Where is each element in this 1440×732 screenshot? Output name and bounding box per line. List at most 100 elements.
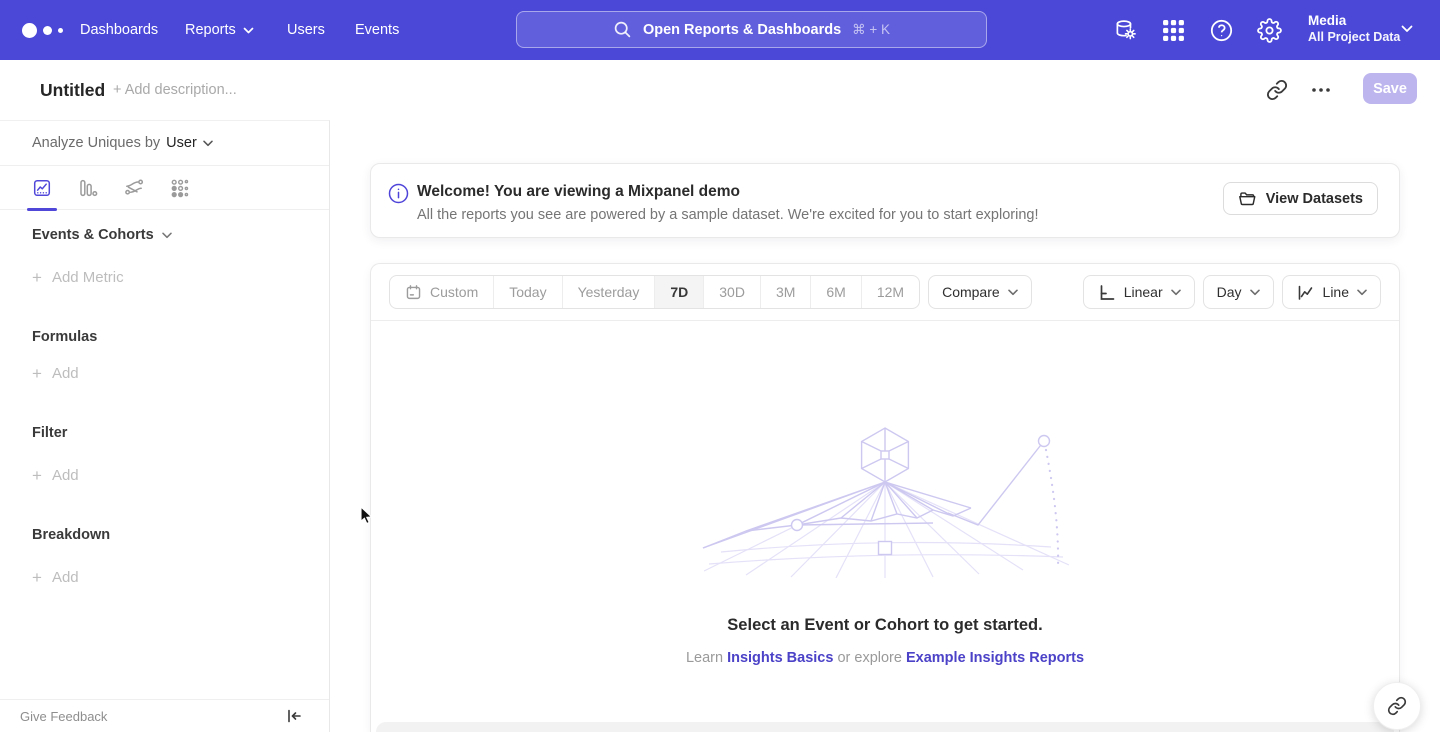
- welcome-banner: Welcome! You are viewing a Mixpanel demo…: [370, 163, 1400, 238]
- range-3m[interactable]: 3M: [760, 276, 810, 308]
- linear-axis-icon: [1097, 283, 1116, 302]
- chevron-down-icon: [1008, 289, 1018, 296]
- scale-dropdown[interactable]: Linear: [1083, 275, 1195, 309]
- project-selector[interactable]: Media All Project Data: [1308, 12, 1400, 45]
- add-metric-label: Add Metric: [52, 269, 124, 286]
- insights-chart-card: Custom Today Yesterday 7D 30D 3M 6M 12M …: [370, 263, 1400, 732]
- give-feedback-link[interactable]: Give Feedback: [20, 709, 107, 724]
- formulas-section-header: Formulas: [32, 329, 97, 345]
- range-label: Today: [509, 284, 546, 300]
- section-label: Formulas: [32, 329, 97, 345]
- project-scope: All Project Data: [1308, 29, 1400, 45]
- tab-line-chart-icon[interactable]: [32, 178, 52, 198]
- main-content: Welcome! You are viewing a Mixpanel demo…: [330, 120, 1440, 732]
- middle-text: or explore: [837, 650, 901, 666]
- project-name: Media: [1308, 12, 1400, 29]
- tab-bar-chart-icon[interactable]: [78, 178, 98, 198]
- range-yesterday[interactable]: Yesterday: [562, 276, 655, 308]
- interval-dropdown[interactable]: Day: [1203, 275, 1274, 309]
- scale-label: Linear: [1124, 284, 1163, 300]
- empty-state-illustration: [701, 426, 1071, 578]
- add-formula-button[interactable]: + Add: [32, 365, 79, 382]
- breakdown-section-header: Breakdown: [32, 527, 110, 543]
- calendar-icon: [405, 284, 422, 301]
- info-icon: [388, 183, 409, 204]
- analyze-row: Analyze Uniques by User: [0, 121, 329, 166]
- chevron-down-icon: [1250, 289, 1260, 296]
- section-label: Events & Cohorts: [32, 227, 154, 243]
- save-button[interactable]: Save: [1363, 73, 1417, 104]
- range-today[interactable]: Today: [493, 276, 561, 308]
- analyze-value: User: [166, 135, 197, 151]
- help-icon[interactable]: [1208, 17, 1234, 43]
- nav-item-reports[interactable]: Reports: [185, 0, 254, 60]
- chart-type-dropdown[interactable]: Line: [1282, 275, 1381, 309]
- search-icon: [613, 20, 632, 39]
- range-label: Yesterday: [578, 284, 640, 300]
- add-label: Add: [52, 467, 79, 484]
- nav-item-dashboards[interactable]: Dashboards: [80, 0, 158, 60]
- chevron-down-icon: [1171, 289, 1181, 296]
- plus-icon: +: [32, 270, 42, 285]
- range-6m[interactable]: 6M: [810, 276, 860, 308]
- view-datasets-label: View Datasets: [1266, 191, 1363, 207]
- line-chart-icon: [1296, 283, 1315, 302]
- sidebar-footer: Give Feedback: [0, 699, 329, 732]
- empty-state-subtitle: Learn Insights Basics or explore Example…: [371, 650, 1399, 666]
- nav-item-label: Dashboards: [80, 22, 158, 38]
- range-custom[interactable]: Custom: [390, 276, 493, 308]
- banner-subtitle: All the reports you see are powered by a…: [417, 207, 1039, 223]
- range-7d-selected[interactable]: 7D: [654, 276, 703, 308]
- range-label: Custom: [430, 284, 478, 300]
- filter-section-header: Filter: [32, 425, 67, 441]
- report-title[interactable]: Untitled: [40, 60, 105, 120]
- chevron-down-icon: [203, 140, 213, 147]
- range-12m[interactable]: 12M: [861, 276, 919, 308]
- search-shortcut: ⌘ + K: [852, 22, 890, 38]
- view-datasets-button[interactable]: View Datasets: [1223, 182, 1378, 215]
- bottom-panel-peek[interactable]: [376, 722, 1394, 732]
- share-link-fab[interactable]: [1373, 682, 1421, 730]
- tab-metrics-icon[interactable]: [170, 178, 190, 198]
- chart-type-label: Line: [1323, 284, 1349, 300]
- nav-item-users[interactable]: Users: [287, 0, 325, 60]
- insights-basics-link[interactable]: Insights Basics: [727, 650, 833, 666]
- nav-item-events[interactable]: Events: [355, 0, 399, 60]
- chevron-down-icon[interactable]: [1401, 25, 1413, 33]
- mixpanel-logo-icon[interactable]: [22, 22, 66, 38]
- add-label: Add: [52, 365, 79, 382]
- chart-controls: Custom Today Yesterday 7D 30D 3M 6M 12M …: [371, 264, 1399, 321]
- analyze-label: Analyze Uniques by: [32, 135, 160, 151]
- folder-icon: [1238, 190, 1257, 207]
- collapse-sidebar-icon[interactable]: [285, 707, 303, 725]
- analyze-by-dropdown[interactable]: User: [166, 135, 213, 151]
- range-30d[interactable]: 30D: [703, 276, 760, 308]
- compare-dropdown[interactable]: Compare: [928, 275, 1032, 309]
- selected-tab-indicator: [27, 208, 57, 212]
- range-label: 7D: [670, 284, 688, 300]
- add-filter-button[interactable]: + Add: [32, 467, 79, 484]
- interval-label: Day: [1217, 284, 1242, 300]
- data-management-icon[interactable]: [1112, 17, 1138, 43]
- events-cohorts-section-header[interactable]: Events & Cohorts: [32, 227, 172, 243]
- add-breakdown-button[interactable]: + Add: [32, 569, 79, 586]
- report-header: Untitled + Add description... Save: [0, 60, 1440, 120]
- section-label: Filter: [32, 425, 67, 441]
- global-search-input[interactable]: Open Reports & Dashboards ⌘ + K: [516, 11, 987, 48]
- settings-gear-icon[interactable]: [1256, 17, 1282, 43]
- section-label: Breakdown: [32, 527, 110, 543]
- example-reports-link[interactable]: Example Insights Reports: [906, 650, 1084, 666]
- add-metric-button[interactable]: + Add Metric: [32, 269, 124, 286]
- chart-type-tabs: [0, 166, 329, 210]
- range-label: 30D: [719, 284, 745, 300]
- copy-link-icon[interactable]: [1266, 79, 1288, 101]
- query-builder-sidebar: Analyze Uniques by User: [0, 120, 330, 732]
- tab-flows-icon[interactable]: [124, 178, 144, 198]
- more-options-icon[interactable]: [1308, 82, 1334, 98]
- apps-grid-icon[interactable]: [1160, 17, 1186, 43]
- chevron-down-icon: [243, 27, 254, 34]
- chevron-down-icon: [1357, 289, 1367, 296]
- plus-icon: +: [32, 366, 42, 381]
- report-description-placeholder[interactable]: + Add description...: [113, 60, 237, 120]
- range-label: 12M: [877, 284, 904, 300]
